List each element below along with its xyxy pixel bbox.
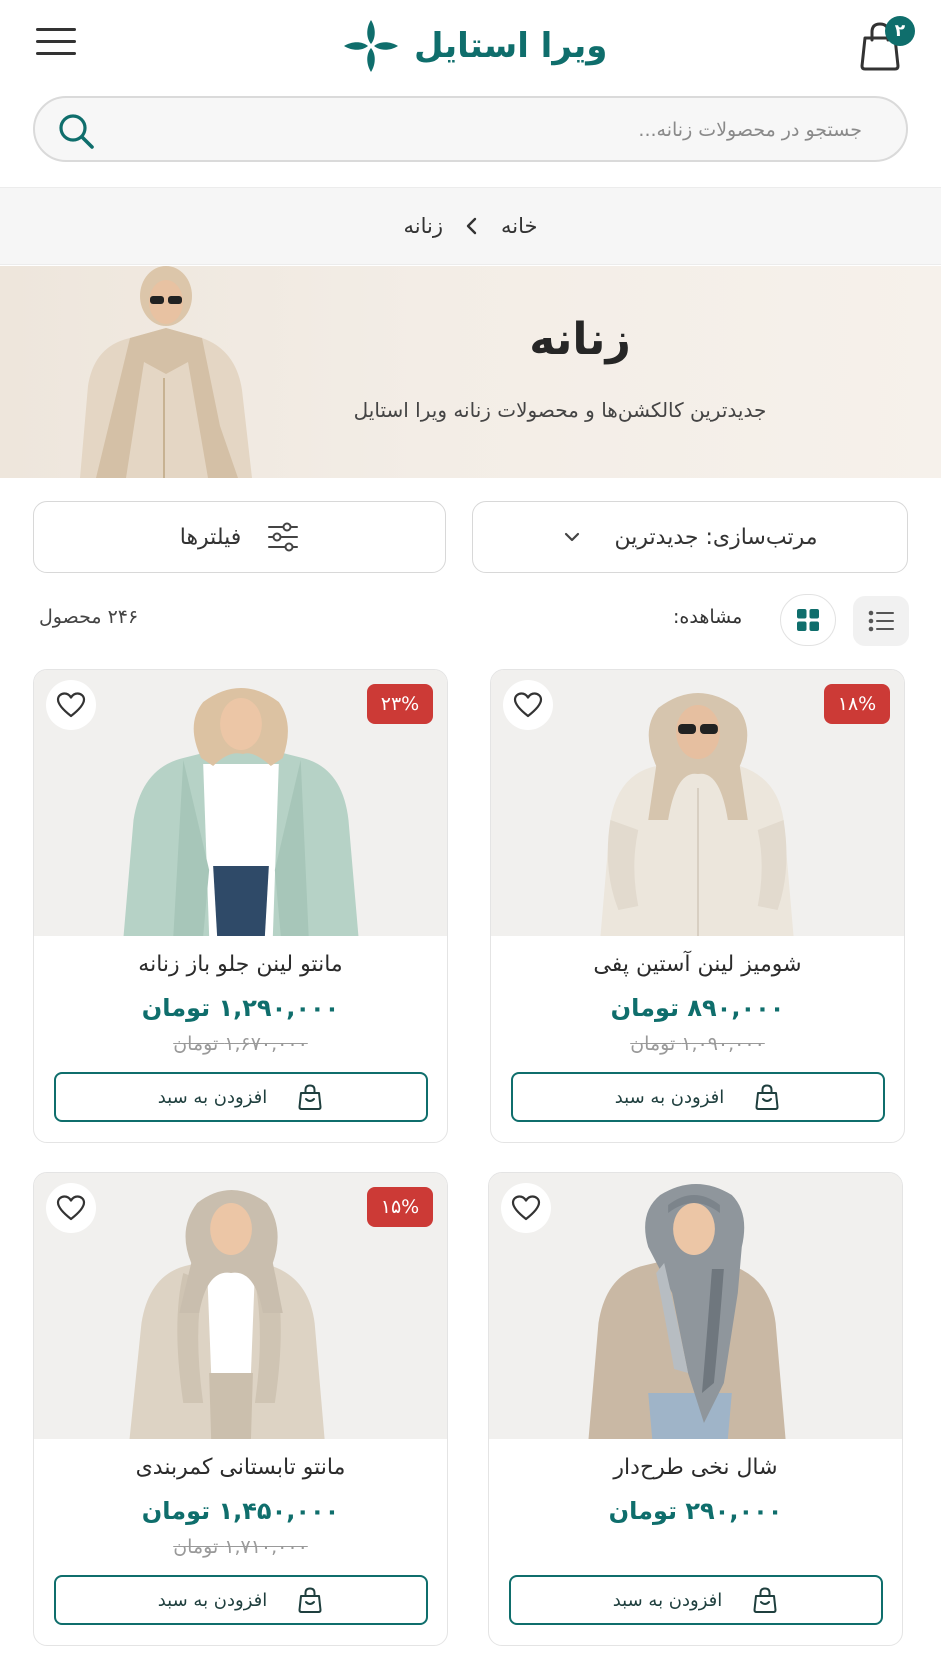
view-mode-label: مشاهده: — [673, 606, 743, 628]
product-image[interactable]: ۲۳% — [34, 670, 447, 936]
discount-badge: ۲۳% — [367, 684, 433, 724]
product-old-price: ۱,۷۱۰,۰۰۰ تومان — [173, 1536, 308, 1558]
product-price: ۱,۲۹۰,۰۰۰ تومان — [141, 994, 340, 1022]
sort-dropdown[interactable]: مرتب‌سازی: جدیدترین — [472, 501, 908, 573]
search-input[interactable] — [162, 110, 862, 150]
shopping-bag-icon — [753, 1587, 777, 1613]
brand-name: ویرا استایل — [414, 26, 608, 66]
brand-logo[interactable]: ویرا استایل — [340, 18, 607, 74]
heart-icon — [511, 1195, 541, 1221]
heart-icon — [56, 1195, 86, 1221]
heart-icon — [513, 692, 543, 718]
breadcrumb-home-link[interactable]: خانه — [501, 214, 537, 238]
hero-subtitle: جدیدترین کالکشن‌ها و محصولات زنانه ویرا … — [353, 398, 767, 422]
favorite-button[interactable] — [46, 680, 96, 730]
filter-label: فیلترها — [179, 524, 242, 550]
hero-title: زنانه — [529, 314, 631, 365]
chevron-down-icon — [564, 532, 579, 542]
sort-label: مرتب‌سازی: جدیدترین — [614, 524, 818, 550]
product-info: مانتو لینن جلو باز زنانه ۱,۲۹۰,۰۰۰ تومان… — [34, 950, 447, 1122]
breadcrumb-current: زنانه — [403, 214, 444, 238]
heart-icon — [56, 692, 86, 718]
product-name[interactable]: مانتو تابستانی کمربندی — [34, 1453, 447, 1483]
list-view-button[interactable] — [853, 596, 909, 646]
product-price: ۲۹۰,۰۰۰ تومان — [608, 1497, 783, 1525]
product-photo-patterned-scarf — [489, 1173, 902, 1439]
breadcrumb: خانه زنانه — [0, 187, 941, 265]
product-old-price: ۱,۶۷۰,۰۰۰ تومان — [173, 1033, 308, 1055]
product-image[interactable]: ۱۵% — [34, 1173, 447, 1439]
discount-badge: ۱۵% — [367, 1187, 433, 1227]
hamburger-menu-icon[interactable] — [36, 28, 76, 60]
product-name[interactable]: مانتو لینن جلو باز زنانه — [34, 950, 447, 980]
shopping-bag-icon — [298, 1084, 322, 1110]
product-card[interactable]: ۱۸% شومیز لینن آستین پفی ۸۹۰,۰۰۰ تومان ۱… — [490, 669, 905, 1143]
add-to-cart-label: افزودن به سبد — [157, 1589, 268, 1611]
discount-badge: ۱۸% — [824, 684, 890, 724]
add-to-cart-button[interactable]: افزودن به سبد — [510, 1072, 885, 1122]
shopping-bag-icon — [298, 1587, 322, 1613]
list-view-icon — [868, 610, 894, 632]
view-toolbar: مشاهده: ۲۴۶ محصول — [33, 594, 909, 646]
product-old-price — [489, 1533, 902, 1561]
filter-button[interactable]: فیلترها — [33, 501, 446, 573]
product-image[interactable] — [489, 1173, 902, 1439]
product-card[interactable]: شال نخی طرح‌دار ۲۹۰,۰۰۰ تومان افزودن به … — [488, 1172, 903, 1646]
app-root: ویرا استایل ۲ خانه زنانه — [0, 0, 941, 1672]
product-info: شومیز لینن آستین پفی ۸۹۰,۰۰۰ تومان ۱,۰۹۰… — [491, 950, 904, 1122]
product-info: مانتو تابستانی کمربندی ۱,۴۵۰,۰۰۰ تومان ۱… — [34, 1453, 447, 1625]
product-card[interactable]: ۱۵% مانتو تابستانی کمربندی ۱,۴۵۰,۰۰۰ توم… — [33, 1172, 448, 1646]
add-to-cart-label: افزودن به سبد — [614, 1086, 725, 1108]
add-to-cart-button[interactable]: افزودن به سبد — [53, 1072, 428, 1122]
product-price: ۸۹۰,۰۰۰ تومان — [610, 994, 785, 1022]
favorite-button[interactable] — [46, 1183, 96, 1233]
grid-view-button[interactable] — [780, 594, 836, 646]
grid-view-icon — [797, 609, 819, 631]
add-to-cart-label: افزودن به سبد — [612, 1589, 723, 1611]
cart-count-badge: ۲ — [885, 16, 915, 46]
product-card[interactable]: ۲۳% مانتو لینن جلو باز زنانه ۱,۲۹۰,۰۰۰ ت… — [33, 669, 448, 1143]
product-old-price: ۱,۰۹۰,۰۰۰ تومان — [630, 1033, 765, 1055]
product-name[interactable]: شال نخی طرح‌دار — [489, 1453, 902, 1483]
add-to-cart-label: افزودن به سبد — [157, 1086, 268, 1108]
product-image[interactable]: ۱۸% — [491, 670, 904, 936]
shopping-bag-icon — [755, 1084, 779, 1110]
product-price: ۱,۴۵۰,۰۰۰ تومان — [141, 1497, 340, 1525]
hero-model-image — [80, 266, 252, 478]
product-name[interactable]: شومیز لینن آستین پفی — [491, 950, 904, 980]
search-icon[interactable] — [55, 110, 97, 152]
product-count: ۲۴۶ محصول — [39, 606, 139, 628]
flower-logo-icon — [344, 20, 398, 72]
category-hero-banner: زنانه جدیدترین کالکشن‌ها و محصولات زنانه… — [0, 266, 941, 478]
add-to-cart-button[interactable]: افزودن به سبد — [53, 1575, 428, 1625]
sliders-filter-icon — [268, 522, 299, 552]
product-info: شال نخی طرح‌دار ۲۹۰,۰۰۰ تومان افزودن به … — [489, 1453, 902, 1625]
chevron-left-icon — [466, 217, 477, 235]
favorite-button[interactable] — [501, 1183, 551, 1233]
favorite-button[interactable] — [503, 680, 553, 730]
add-to-cart-button[interactable]: افزودن به سبد — [508, 1575, 883, 1625]
search-bar — [33, 96, 908, 162]
top-header: ویرا استایل ۲ — [0, 0, 941, 92]
